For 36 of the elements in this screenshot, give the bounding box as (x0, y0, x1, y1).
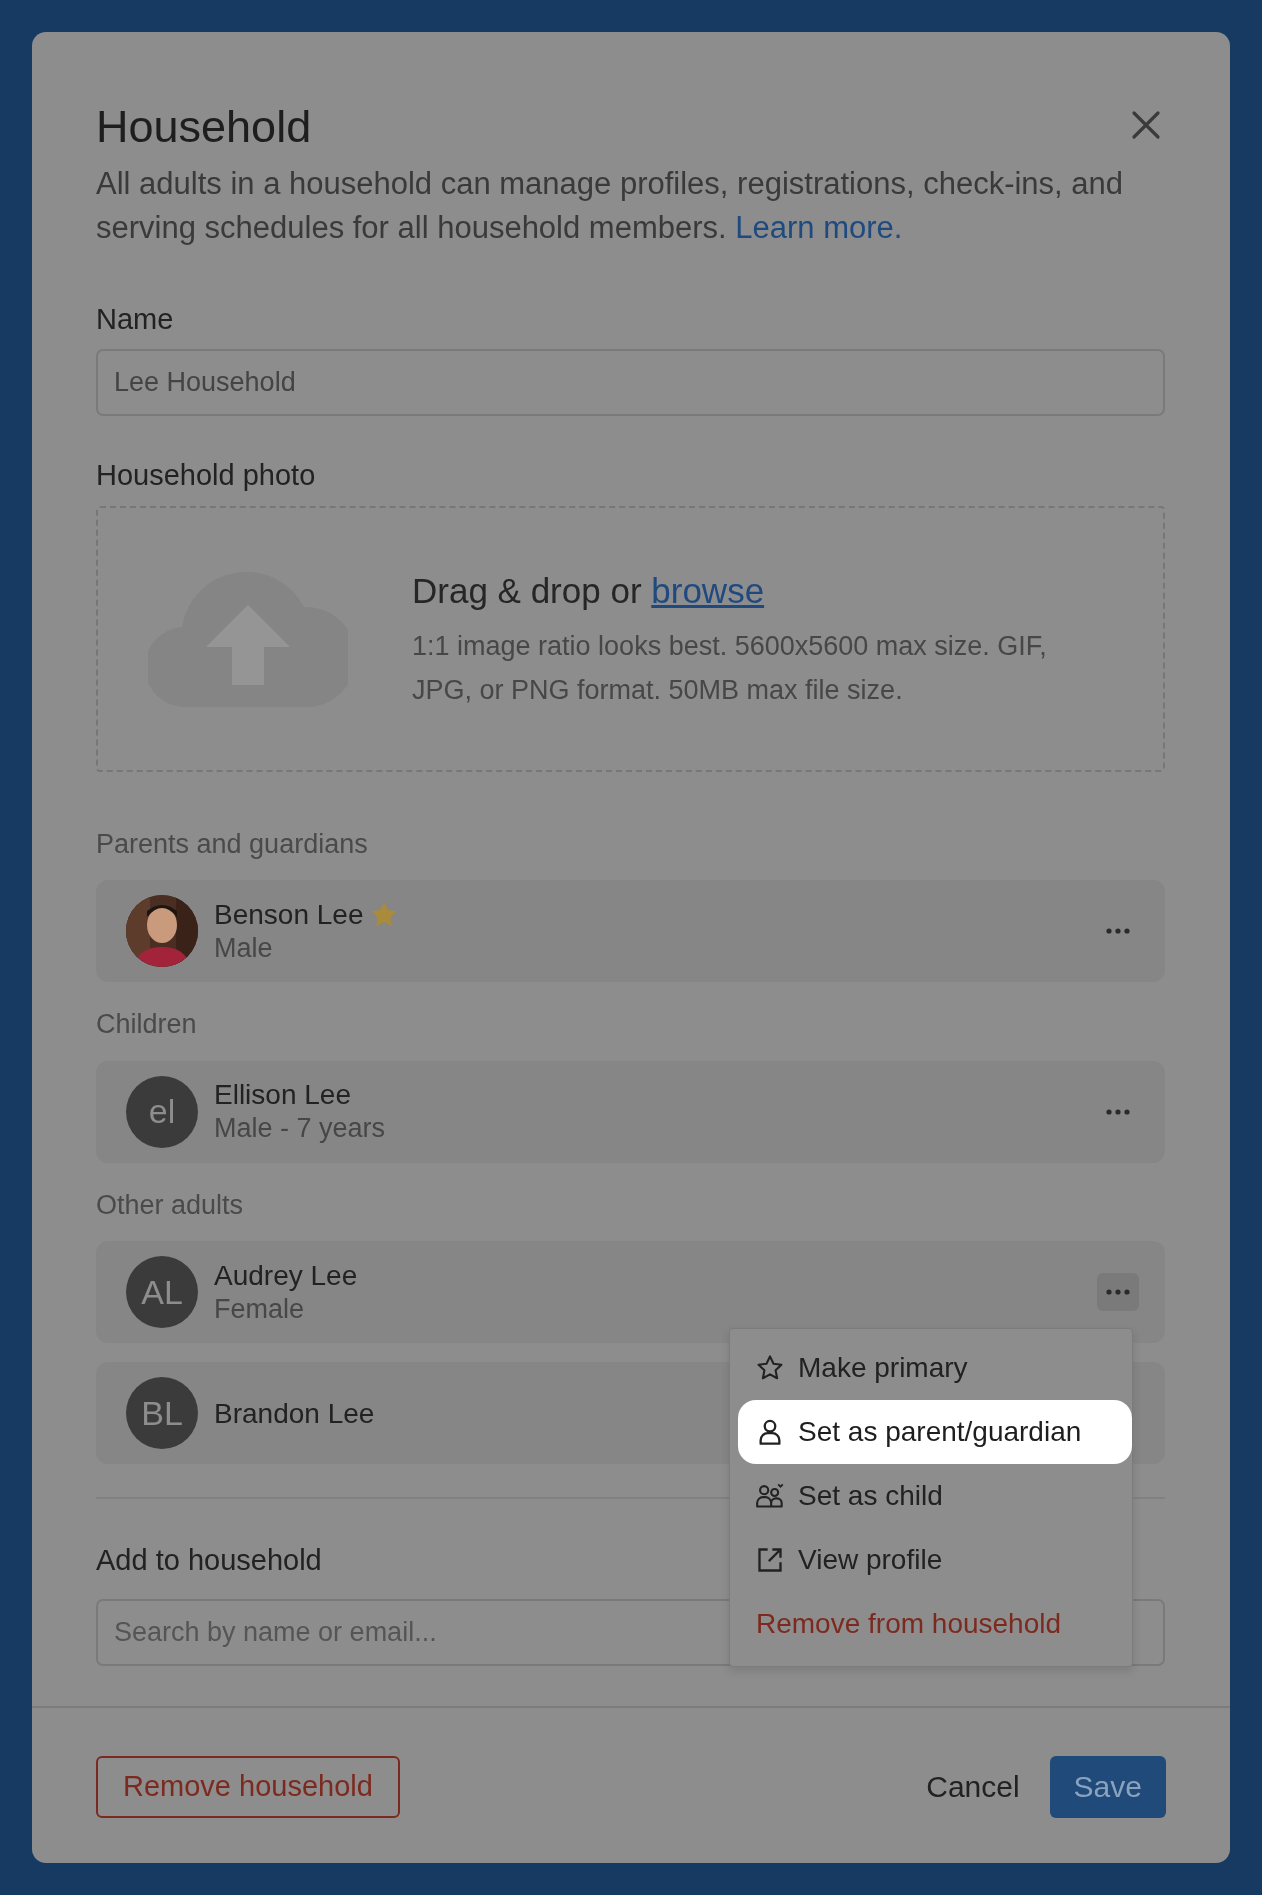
cancel-button[interactable]: Cancel (920, 1763, 1026, 1810)
browse-link[interactable]: browse (651, 571, 765, 611)
avatar-initials: BL (126, 1377, 198, 1449)
menu-item[interactable]: Set as child (738, 1464, 1132, 1528)
member-name: Audrey Lee (214, 1258, 358, 1293)
member-name: Brandon Lee (214, 1396, 375, 1431)
name-field[interactable]: Lee Household (96, 349, 1165, 416)
field-label: Add to household (96, 1543, 322, 1578)
section-heading: Parents and guardians (96, 827, 369, 861)
more-icon[interactable] (1097, 1273, 1139, 1311)
drop-prompt: Drag & drop or browse (412, 570, 766, 613)
member-detail: Male - 7 years (214, 1112, 387, 1146)
dialog-title: Household (96, 102, 312, 152)
external-link-icon (756, 1546, 784, 1574)
member-name: Ellison Lee (214, 1078, 351, 1113)
section-heading: Other adults (96, 1188, 245, 1222)
field-label: Name (96, 301, 174, 337)
member-name: Benson Lee (214, 897, 364, 932)
star-icon (756, 1354, 784, 1382)
avatar-initials: AL (126, 1256, 198, 1328)
field-label: Household photo (96, 458, 316, 493)
menu-item[interactable]: Make primary (738, 1336, 1132, 1400)
close-icon[interactable] (1131, 110, 1161, 140)
remove-household-button[interactable]: Remove household (96, 1755, 400, 1818)
avatar-initials: el (126, 1075, 198, 1148)
menu-item[interactable]: Set as parent/guardian (738, 1400, 1132, 1464)
dialog-description: All adults in a household can manage profiles, registrations, check-ins, and serving schedules for all household members. Learn more. (96, 164, 1125, 247)
save-button[interactable]: Save (1049, 1755, 1166, 1818)
member-detail: Female (214, 1292, 306, 1326)
people-icon (756, 1482, 784, 1510)
section-heading: Children (96, 1008, 198, 1041)
upload-hint: 1:1 image ratio looks best. 5600x5600 max size. GIF, JPG, or PNG format. 50MB max file size. (412, 629, 1048, 707)
photo-dropzone[interactable]: Drag & drop or browse 1:1 image ratio looks best. 5600x5600 max size. GIF, JPG, or PNG format. 50MB max file size. (96, 505, 1165, 772)
learn-more-link[interactable]: Learn more. (735, 209, 903, 245)
menu-item[interactable]: View profile (738, 1528, 1132, 1592)
member-detail: Male (214, 931, 274, 965)
